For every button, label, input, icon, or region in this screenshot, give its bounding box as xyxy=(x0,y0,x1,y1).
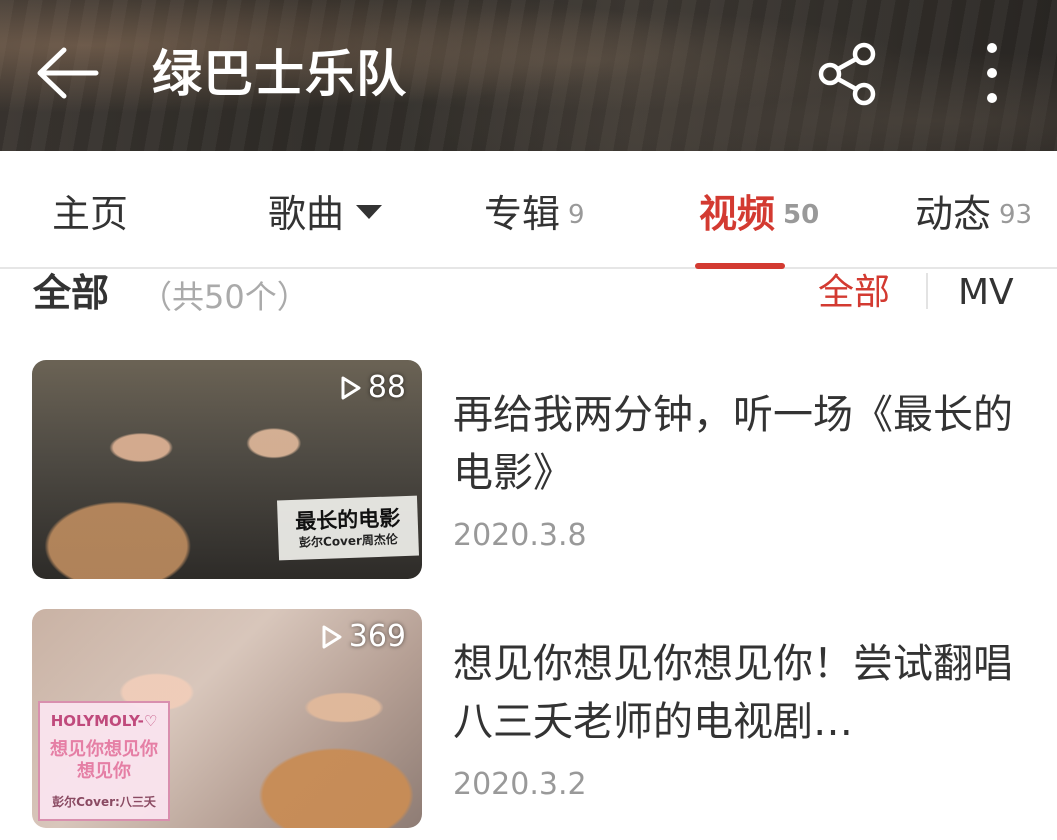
thumbnail-caption: HOLYMOLY-♡ 想见你想见你想见你 彭尔Cover:八三夭 xyxy=(38,701,170,821)
more-vertical-icon xyxy=(987,43,997,103)
share-button[interactable] xyxy=(814,40,884,106)
page-title: 绿巴士乐队 xyxy=(152,45,407,103)
tab-label: 歌曲 xyxy=(268,191,345,236)
video-thumbnail[interactable]: 369 HOLYMOLY-♡ 想见你想见你想见你 彭尔Cover:八三夭 xyxy=(32,609,422,828)
video-list-item[interactable]: 369 HOLYMOLY-♡ 想见你想见你想见你 彭尔Cover:八三夭 想见你… xyxy=(0,609,1057,831)
video-title: 想见你想见你想见你！尝试翻唱八三夭老师的电视剧… xyxy=(453,641,1013,745)
tab-albums[interactable]: 专辑 9 xyxy=(484,151,585,269)
tab-videos[interactable]: 视频 50 xyxy=(699,151,819,269)
section-title: 全部 xyxy=(33,271,110,315)
tab-label: 视频 xyxy=(699,191,776,236)
tab-count: 50 xyxy=(783,200,820,230)
thumbnail-tag: HOLYMOLY-♡ xyxy=(50,711,158,730)
play-icon xyxy=(341,376,361,399)
filter-row: 全部 （共50个） 全部 MV xyxy=(0,271,1057,321)
video-title: 再给我两分钟，听一场《最长的电影》 xyxy=(453,392,1013,496)
caret-down-icon xyxy=(356,205,383,219)
tab-label: 动态 xyxy=(915,191,992,236)
active-tab-indicator xyxy=(695,263,785,269)
thumbnail-caption-main: 最长的电影 xyxy=(294,506,401,534)
arrow-left-icon xyxy=(37,47,99,99)
video-total-count: （共50个） xyxy=(140,278,309,316)
video-thumbnail[interactable]: 88 最长的电影 彭尔Cover周杰伦 xyxy=(32,360,422,579)
more-button[interactable] xyxy=(970,40,1014,106)
filter-divider xyxy=(926,273,928,309)
back-button[interactable] xyxy=(34,40,100,106)
video-date: 2020.3.8 xyxy=(453,518,587,553)
play-count: 88 xyxy=(340,370,406,405)
play-icon xyxy=(322,625,342,648)
tab-label: 主页 xyxy=(52,191,129,236)
play-count-value: 88 xyxy=(367,370,406,405)
filter-mv-button[interactable]: MV xyxy=(958,271,1014,315)
play-count-value: 369 xyxy=(348,619,406,654)
artist-header: 绿巴士乐队 xyxy=(0,0,1057,151)
tab-songs[interactable]: 歌曲 xyxy=(268,151,383,269)
tab-bar: 主页 歌曲 专辑 9 视频 50 动态 93 xyxy=(0,151,1057,269)
thumbnail-caption-sub: 彭尔Cover周杰伦 xyxy=(298,532,399,550)
tab-label: 专辑 xyxy=(484,191,561,236)
tab-count: 9 xyxy=(568,200,585,230)
play-count: 369 xyxy=(321,619,406,654)
thumbnail-caption: 最长的电影 彭尔Cover周杰伦 xyxy=(276,495,420,561)
video-list-item[interactable]: 88 最长的电影 彭尔Cover周杰伦 再给我两分钟，听一场《最长的电影》 20… xyxy=(0,360,1057,582)
video-date: 2020.3.2 xyxy=(453,767,587,802)
tab-count: 93 xyxy=(999,200,1033,230)
thumbnail-caption-sub: 彭尔Cover:八三夭 xyxy=(52,795,156,810)
thumbnail-caption-main: 想见你想见你想见你 xyxy=(50,739,158,783)
filter-all-button[interactable]: 全部 xyxy=(818,271,890,315)
share-icon xyxy=(818,42,876,106)
tab-activity[interactable]: 动态 93 xyxy=(915,151,1032,269)
tab-home[interactable]: 主页 xyxy=(52,151,128,269)
